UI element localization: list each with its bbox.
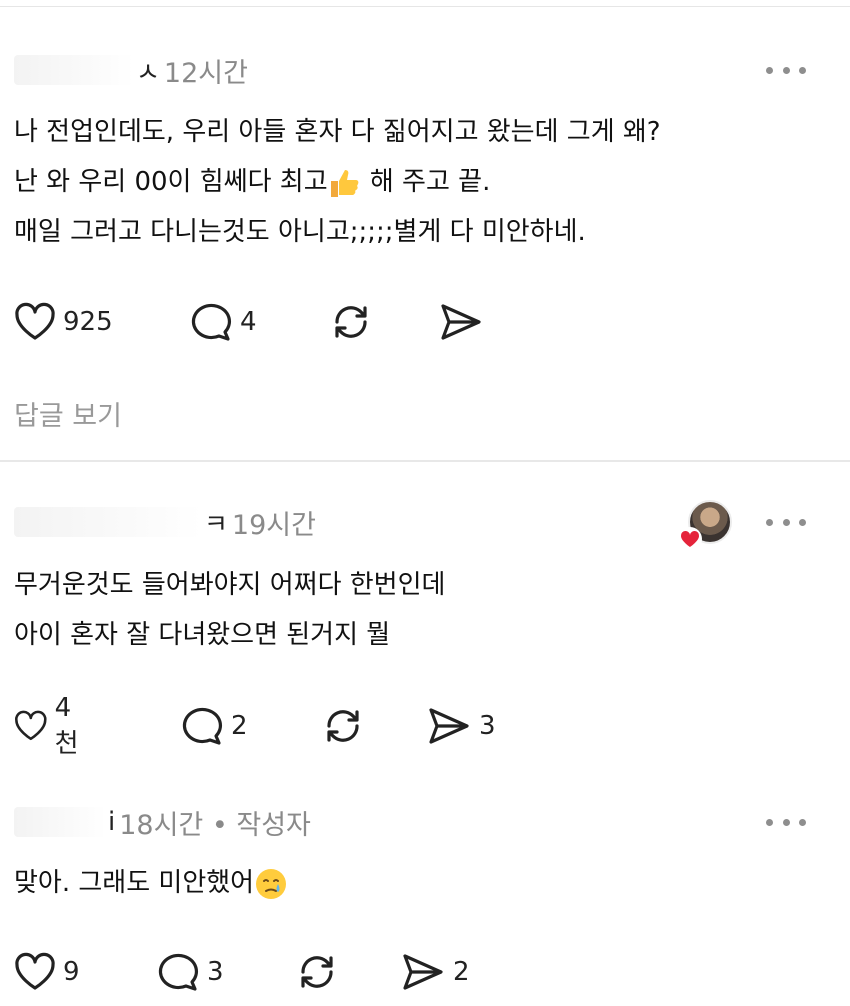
dot-icon	[799, 818, 806, 826]
send-icon	[403, 954, 443, 990]
comment-body: 무거운것도 들어봐야지 어쩌다 한번인데 아이 혼자 잘 다녀왔으면 된거지 뭘	[14, 560, 445, 660]
comment-2: ㅋ 19시간 무거운것도 들어봐야지 어쩌다 한번인데 아이 혼자 잘 다녀왔으…	[0, 462, 850, 762]
dot-icon	[782, 818, 790, 826]
dot-icon	[782, 518, 790, 526]
username-tail[interactable]: ㅋ	[204, 504, 228, 541]
share-button[interactable]	[438, 298, 484, 346]
dot-icon	[766, 818, 773, 826]
repost-icon	[327, 710, 359, 742]
heart-icon	[15, 710, 47, 741]
send-icon	[429, 708, 469, 744]
timestamp: 12시간	[163, 57, 248, 89]
send-icon	[441, 304, 481, 340]
share-count: 3	[479, 711, 496, 741]
comment-button[interactable]: 2	[180, 702, 248, 750]
comment-line-text: 난 와 우리 00이 힘쎄다 최고	[14, 167, 328, 197]
thumbs-up-icon	[330, 169, 359, 197]
comment-body: 나 전업인데도, 우리 아들 혼자 다 짊어지고 왔는데 그게 왜? 난 와 우…	[14, 107, 661, 257]
crying-face-icon	[256, 868, 287, 899]
timestamp: 18시간 • 작성자	[119, 809, 311, 841]
comment-line: 아이 혼자 잘 다녀왔으면 된거지 뭘	[14, 620, 391, 650]
comment-count: 4	[240, 307, 257, 337]
comment-3: i 18시간 • 작성자 맞아. 그래도 미안했어 9 3 2	[0, 762, 850, 1006]
repost-button[interactable]	[294, 948, 340, 996]
comment-line: 매일 그러고 다니는것도 아니고;;;;;별게 다 미안하네.	[14, 217, 586, 247]
comment-header: ㅅ 12시간	[14, 52, 248, 89]
comment-button[interactable]: 3	[156, 948, 224, 996]
speech-bubble-icon	[158, 953, 198, 991]
share-button[interactable]: 2	[400, 948, 470, 996]
more-options-button[interactable]	[766, 812, 806, 832]
dot-icon	[799, 66, 806, 74]
like-button[interactable]: 4천	[14, 693, 87, 759]
repost-button[interactable]	[320, 702, 366, 750]
username-redacted[interactable]	[14, 507, 202, 537]
username-redacted[interactable]	[14, 807, 106, 837]
liked-badge	[678, 527, 702, 551]
view-replies-link[interactable]: 답글 보기	[14, 394, 122, 433]
share-count: 2	[453, 957, 470, 987]
comment-1: ㅅ 12시간 나 전업인데도, 우리 아들 혼자 다 짊어지고 왔는데 그게 왜…	[0, 0, 850, 460]
comment-header: ㅋ 19시간	[14, 504, 316, 541]
comment-button[interactable]: 4	[189, 298, 257, 346]
more-options-button[interactable]	[766, 512, 806, 532]
repost-icon	[335, 306, 367, 338]
comment-line: 난 와 우리 00이 힘쎄다 최고 해 주고 끝.	[14, 157, 661, 207]
share-button[interactable]: 3	[426, 702, 496, 750]
like-button[interactable]: 925	[14, 298, 113, 346]
comment-line: 맞아. 그래도 미안했어	[14, 858, 288, 908]
repost-button[interactable]	[328, 298, 374, 346]
comment-body: 맞아. 그래도 미안했어	[14, 858, 288, 908]
username-tail[interactable]: i	[108, 807, 115, 837]
comment-header: i 18시간 • 작성자	[14, 804, 311, 841]
repost-icon	[301, 956, 333, 988]
like-count: 4천	[54, 692, 79, 759]
like-button[interactable]: 9	[14, 948, 80, 996]
timestamp: 19시간	[231, 509, 316, 541]
username-redacted[interactable]	[14, 55, 134, 85]
comment-line-text: 해 주고 끝.	[361, 167, 491, 197]
more-options-button[interactable]	[766, 60, 806, 80]
comment-count: 3	[207, 957, 224, 987]
heart-icon	[15, 302, 55, 340]
dot-icon	[782, 66, 790, 74]
dot-icon	[766, 66, 773, 74]
speech-bubble-icon	[182, 707, 222, 745]
comment-count: 2	[231, 711, 248, 741]
dot-icon	[766, 518, 773, 526]
like-count: 925	[63, 307, 113, 337]
heart-filled-icon	[680, 530, 700, 547]
speech-bubble-icon	[191, 303, 231, 341]
username-tail[interactable]: ㅅ	[136, 52, 160, 89]
comment-line: 나 전업인데도, 우리 아들 혼자 다 짊어지고 왔는데 그게 왜?	[14, 117, 661, 147]
comment-line-text: 맞아. 그래도 미안했어	[14, 868, 255, 898]
comment-line: 무거운것도 들어봐야지 어쩌다 한번인데	[14, 570, 446, 600]
dot-icon	[799, 518, 806, 526]
like-count: 9	[63, 957, 80, 987]
heart-icon	[15, 952, 55, 990]
